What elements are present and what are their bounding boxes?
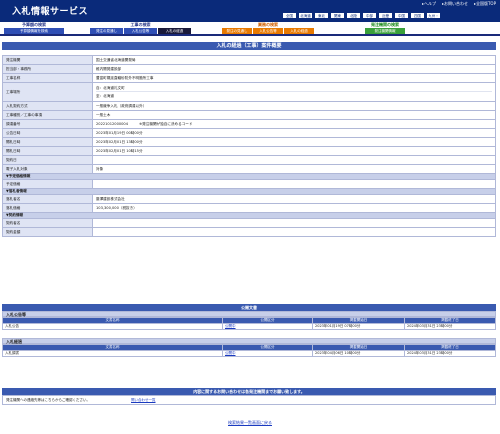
row-label: 工事場所: [2, 82, 93, 102]
tab-service-outlook[interactable]: 発注の見通し: [222, 28, 252, 34]
row-value: 20221012000004 ※発注機関が独自に決めるコード: [92, 119, 496, 129]
doc-type-link[interactable]: 公開中: [222, 323, 313, 330]
tab-service-notice[interactable]: 入札公告等: [253, 28, 283, 34]
nav-group-agency: 発注機関の検索 発注機関情報: [365, 22, 405, 34]
row-label: 契約金額: [2, 227, 93, 237]
area-selector: 全国 北海道 東北 関東 北陸 中部 近畿 中国 四国 九州・沖縄: [282, 12, 441, 25]
doc-name: 入札調書: [2, 350, 223, 357]
doc-end: 2024年03月31日 23時00分: [404, 323, 496, 330]
area-hokuriku[interactable]: 北陸: [346, 12, 361, 19]
inquiry-text: 発注機関への連絡先等はこちらからご確認ください。: [6, 397, 90, 402]
row-label: 落札者名: [2, 194, 93, 204]
row-value: 豊富町幌延直轄砂防外不明箇所工事: [92, 73, 496, 83]
row-value: 2023年01月19日 00時00分: [92, 128, 496, 138]
doc-table-progress: 文書名称 公開区分 掲載開始日 掲載終了日 入札調書 公開中 2023年04月0…: [2, 344, 496, 357]
panel-heading: 入札の経過（工事）案件概要: [2, 42, 496, 50]
top-links: ▸ヘルプ ▸お問い合わせ ▸全国版TOP: [422, 1, 496, 7]
row-value: 2023年02月01日 10時15分: [92, 146, 496, 156]
row-label: 工事種別／工事の事項: [2, 110, 93, 120]
nav-group-service: 業務の検索 発注の見通し 入札公告等 入札の経過: [222, 22, 314, 34]
location-from: 自：北海道礼文町: [96, 84, 492, 92]
row-value: 一般競争入札（政府調達以外）: [92, 101, 496, 111]
documents-heading: 公開文書: [2, 304, 496, 311]
site-title[interactable]: 入札情報サービス: [12, 4, 88, 17]
doc-type-link[interactable]: 公開中: [222, 350, 313, 357]
row-value: 藤澤建設株式会社: [92, 194, 496, 204]
area-chugoku[interactable]: 中国: [394, 12, 409, 19]
site-header: 入札情報サービス ▸ヘルプ ▸お問い合わせ ▸全国版TOP 全国 北海道 東北 …: [0, 0, 500, 25]
tab-construction-outlook[interactable]: 発注の見通し: [90, 28, 123, 34]
tab-construction-progress[interactable]: 入札の経過: [158, 28, 191, 34]
public-documents: 公開文書 入札公告等 文書名称 公開区分 掲載開始日 掲載終了日 入札公告 公開…: [2, 304, 496, 357]
inquiry-list-link[interactable]: 問い合わせ一覧: [131, 398, 156, 403]
row-label: 公告日時: [2, 128, 93, 138]
case-detail-table: 発注機関 国土交通省北海道開発局 担当部・事務所 稚内開発建設部 工事名称 豊富町幌延…: [2, 55, 496, 237]
area-shikoku[interactable]: 四国: [410, 12, 425, 19]
tab-agency-info[interactable]: 発注機関情報: [365, 28, 405, 34]
row-value: 自：北海道礼文町 至：北海道: [92, 82, 496, 102]
row-label: 予定価格: [2, 179, 93, 189]
doc-name: 入札公告: [2, 323, 223, 330]
row-label: 電子入札対象: [2, 164, 93, 174]
row-label: 契約日: [2, 155, 93, 165]
row-value: 103,300,000（税抜き）: [92, 203, 496, 213]
area-national[interactable]: 全国: [282, 12, 297, 19]
row-label: 開札日時: [2, 146, 93, 156]
area-chubu[interactable]: 中部: [362, 12, 377, 19]
nav-group-budget: 予算額の検索 予算額情報を検索: [4, 22, 64, 34]
doc-start: 2023年01月19日 07時00分: [312, 323, 405, 330]
area-tohoku[interactable]: 東北: [314, 12, 329, 19]
row-label: 調達番号: [2, 119, 93, 129]
row-label: 入札契約方式: [2, 101, 93, 111]
procurement-note: ※発注機関が独自に決めるコード: [139, 121, 193, 126]
row-value: [92, 155, 496, 165]
row-label: 落札価格: [2, 203, 93, 213]
row-label: 開札日時: [2, 137, 93, 147]
nav-group-construction: 工事の検索 発注の見通し 入札公告等 入札の経過: [90, 22, 191, 34]
row-label: 工事名称: [2, 73, 93, 83]
row-value: 2023年02月01日 13時00分: [92, 137, 496, 147]
row-value: [92, 227, 496, 237]
row-value: [92, 179, 496, 189]
doc-end: 2024年03月31日 23時00分: [404, 350, 496, 357]
table-row: 入札調書 公開中 2023年04月06日 10時00分 2024年03月31日 …: [2, 350, 496, 357]
table-row: 入札公告 公開中 2023年01月19日 07時00分 2024年03月31日 …: [2, 323, 496, 330]
inquiry-heading: 内容に関するお問い合わせは各発注機関までお願い致します。: [2, 388, 496, 395]
search-nav: 予算額の検索 予算額情報を検索 工事の検索 発注の見通し 入札公告等 入札の経過…: [0, 22, 500, 36]
row-value: 一般土木: [92, 110, 496, 120]
contact-link[interactable]: ▸お問い合わせ: [442, 1, 468, 7]
inquiry-section: 内容に関するお問い合わせは各発注機関までお願い致します。 発注機関への連絡先等は…: [2, 388, 496, 405]
area-kyushu[interactable]: 九州・沖縄: [426, 12, 441, 25]
case-summary-panel: 入札の経過（工事）案件概要 発注機関 国土交通省北海道開発局 担当部・事務所 稚内開…: [2, 42, 496, 237]
tab-budget-search[interactable]: 予算額情報を検索: [4, 28, 64, 34]
back-to-results-link[interactable]: 検索結果一覧画面に戻る: [0, 420, 500, 426]
location-to: 至：北海道: [96, 94, 114, 98]
row-label: 担当部・事務所: [2, 64, 93, 74]
tab-service-progress[interactable]: 入札の経過: [284, 28, 314, 34]
doc-start: 2023年04月06日 10時00分: [312, 350, 405, 357]
doc-table-notice: 文書名称 公開区分 掲載開始日 掲載終了日 入札公告 公開中 2023年01月1…: [2, 317, 496, 330]
row-value: 国土交通省北海道開発局: [92, 55, 496, 65]
row-value: 稚内開発建設部: [92, 64, 496, 74]
row-value: [92, 218, 496, 228]
tab-construction-notice[interactable]: 入札公告等: [124, 28, 157, 34]
row-value: 対象: [92, 164, 496, 174]
area-hokkaido[interactable]: 北海道: [298, 12, 313, 19]
area-kanto[interactable]: 関東: [330, 12, 345, 19]
procurement-number: 20221012000004: [96, 121, 129, 126]
row-label: 発注機関: [2, 55, 93, 65]
area-kinki[interactable]: 近畿: [378, 12, 393, 19]
national-top-link[interactable]: ▸全国版TOP: [474, 1, 496, 7]
row-label: 契約者名: [2, 218, 93, 228]
help-link[interactable]: ▸ヘルプ: [422, 1, 436, 7]
